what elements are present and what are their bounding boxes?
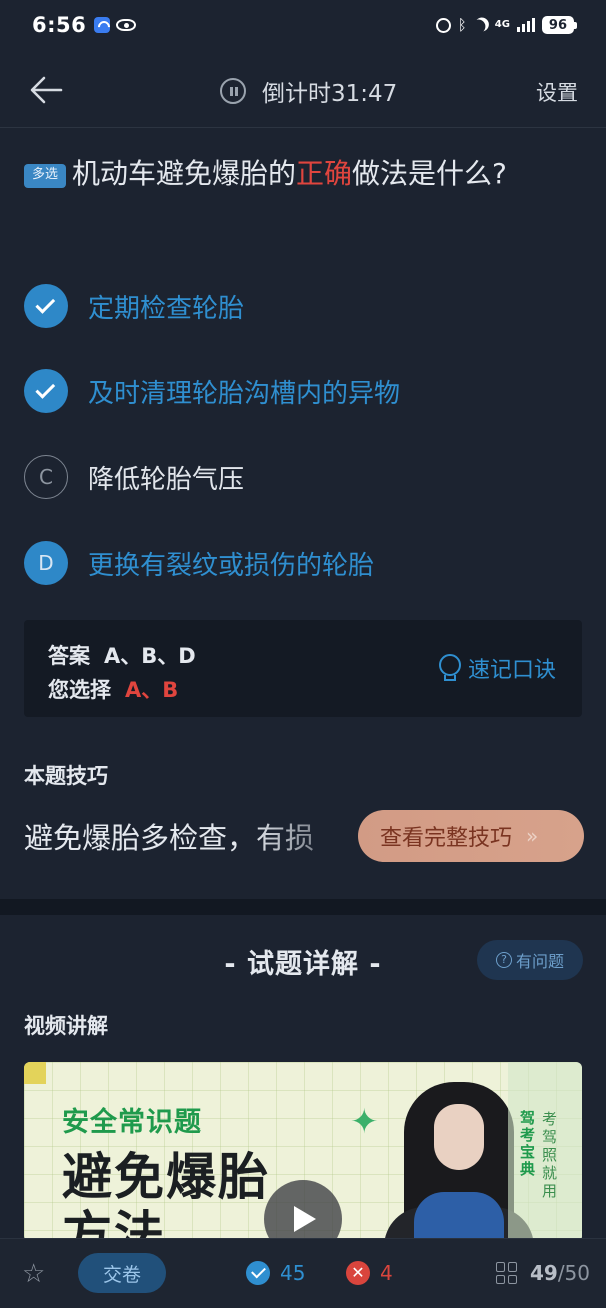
submit-button[interactable]: 交卷 — [78, 1253, 166, 1293]
answer-label: 答案 — [48, 644, 90, 668]
thumb-title-line2: 方法 — [62, 1206, 166, 1242]
status-time: 6:56 — [32, 13, 87, 37]
question-text-after: 做法是什么? — [352, 157, 507, 190]
star-icon[interactable]: ☆ — [22, 1261, 45, 1287]
correct-check-icon — [246, 1261, 270, 1285]
progress-total: /50 — [557, 1261, 590, 1285]
check-icon — [24, 369, 68, 413]
wifi-icon — [94, 17, 111, 33]
option-letter: C — [24, 455, 68, 499]
signal-icon — [516, 18, 535, 32]
question-text-before: 机动车避免爆胎的 — [72, 157, 297, 190]
correct-count: 45 — [246, 1261, 305, 1285]
video-thumbnail[interactable]: 安全常识题 避免爆胎 方法 ✦ 驾考宝典 考驾照就用 — [24, 1062, 582, 1242]
status-bar: 6:56 ᛒ 4G 96 — [0, 0, 606, 50]
question-mark-icon: ? — [495, 952, 512, 968]
question-keyword: 正确 — [296, 157, 353, 190]
lightbulb-icon — [438, 654, 461, 682]
thumb-title: 避免爆胎 方法 — [62, 1148, 270, 1242]
correct-count-value: 45 — [280, 1261, 306, 1285]
answer-value: A、B、D — [104, 644, 196, 668]
report-problem-button[interactable]: ? 有问题 — [477, 940, 583, 980]
mnemonic-label: 速记口诀 — [467, 658, 556, 683]
your-choice-row: 您选择 A、B — [48, 674, 178, 704]
video-section-title: 视频讲解 — [24, 1014, 108, 1038]
tip-title: 本题技巧 — [24, 764, 108, 788]
countdown-timer: 倒计时31:47 — [220, 74, 397, 108]
sparkle-icon: ✦ — [350, 1102, 379, 1142]
section-divider — [0, 899, 606, 915]
battery-icon: 96 — [541, 16, 578, 34]
question-text: 多选 机动车避免爆胎的正确做法是什么? — [24, 153, 564, 195]
eye-icon — [116, 19, 137, 31]
mnemonic-button[interactable]: 速记口诀 — [438, 652, 556, 684]
option-c[interactable]: C 降低轮胎气压 — [24, 452, 584, 502]
correct-answer-row: 答案 A、B、D — [48, 640, 196, 670]
bluetooth-icon: ᛒ — [457, 16, 467, 34]
option-text: 更换有裂纹或损伤的轮胎 — [88, 550, 375, 581]
bottom-bar: ☆ 交卷 45 ✕ 4 49/50 — [0, 1238, 606, 1308]
network-type: 4G — [494, 19, 510, 30]
option-d[interactable]: D 更换有裂纹或损伤的轮胎 — [24, 538, 584, 588]
alarm-icon — [435, 17, 451, 33]
timer-text: 倒计时31:47 — [262, 81, 398, 107]
slogan-text: 考驾照就用 — [542, 1110, 558, 1200]
option-text: 定期检查轮胎 — [88, 293, 245, 324]
double-chevron-icon: » — [526, 824, 538, 848]
option-letter: D — [24, 541, 68, 585]
brand-logo-text: 驾考宝典 — [520, 1109, 536, 1178]
report-label: 有问题 — [515, 952, 564, 971]
wrong-count-value: 4 — [380, 1261, 393, 1285]
option-text: 及时清理轮胎沟槽内的异物 — [88, 378, 401, 409]
moon-icon — [469, 17, 488, 36]
option-b[interactable]: 及时清理轮胎沟槽内的异物 — [24, 366, 584, 416]
check-icon — [24, 284, 68, 328]
tip-button-label: 查看完整技巧 — [380, 826, 513, 851]
presenter-image — [384, 1082, 534, 1242]
wrong-x-icon: ✕ — [346, 1261, 370, 1285]
grid-icon — [495, 1262, 518, 1284]
answer-box: 答案 A、B、D 您选择 A、B 速记口诀 — [24, 620, 582, 717]
back-arrow-icon[interactable] — [28, 72, 64, 108]
pause-icon[interactable] — [220, 78, 246, 104]
settings-button[interactable]: 设置 — [536, 77, 578, 107]
nav-bar: 倒计时31:47 设置 — [0, 50, 606, 128]
thumb-title-line1: 避免爆胎 — [62, 1148, 270, 1206]
question-progress[interactable]: 49/50 — [495, 1261, 590, 1285]
option-a[interactable]: 定期检查轮胎 — [24, 281, 584, 331]
progress-current: 49 — [529, 1261, 558, 1285]
choice-label: 您选择 — [48, 678, 111, 702]
play-icon[interactable] — [264, 1180, 342, 1242]
choice-value: A、B — [125, 678, 179, 702]
view-full-tip-button[interactable]: 查看完整技巧 » — [358, 810, 584, 862]
question-type-badge: 多选 — [24, 164, 67, 188]
option-text: 降低轮胎气压 — [88, 464, 245, 495]
thumb-subtitle: 安全常识题 — [62, 1107, 202, 1138]
wrong-count: ✕ 4 — [346, 1261, 393, 1285]
